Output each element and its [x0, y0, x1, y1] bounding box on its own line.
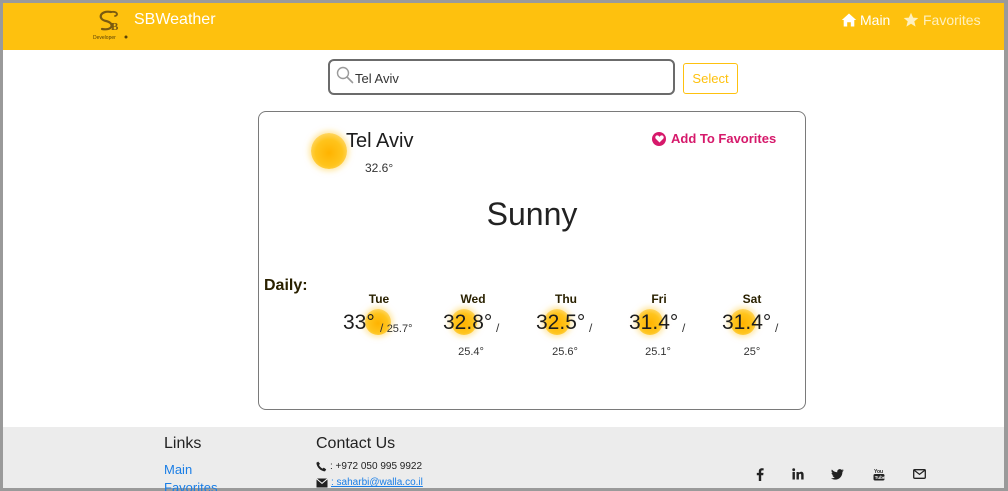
- day-min-temp: 25°: [743, 346, 761, 358]
- facebook-icon[interactable]: [752, 466, 768, 482]
- day-min-temp-inline: 25.7°: [386, 323, 413, 335]
- current-temperature: 32.6°: [365, 161, 394, 175]
- select-button[interactable]: Select: [683, 63, 738, 94]
- day-name: Tue: [368, 292, 390, 306]
- svg-text:Developer: Developer: [93, 35, 116, 41]
- day-max-temp: 31.4°: [629, 311, 679, 334]
- daily-label: Daily:: [264, 277, 308, 294]
- weather-card: Tel Aviv 32.6° Add To Favorites Sunny Da…: [258, 111, 806, 410]
- day-name: Fri: [651, 292, 667, 306]
- footer: Links Main Favorites Contact Us : +972 0…: [3, 427, 1004, 491]
- envelope-icon: [316, 477, 328, 487]
- nav-favorites-link[interactable]: Favorites: [903, 12, 981, 28]
- svg-text:B: B: [111, 21, 119, 33]
- star-icon: [903, 12, 919, 27]
- nav-main-link[interactable]: Main: [841, 12, 890, 28]
- phone-number: : +972 050 995 9922: [330, 461, 423, 472]
- temp-separator: /: [496, 321, 500, 335]
- temp-separator: /: [682, 321, 686, 335]
- day-max-temp: 33°: [343, 311, 375, 334]
- city-name: Tel Aviv: [346, 130, 414, 152]
- email-link[interactable]: : saharbi@walla.co.il: [331, 477, 423, 488]
- day-name: Wed: [460, 292, 486, 306]
- footer-link-favorites[interactable]: Favorites: [164, 480, 217, 491]
- temp-separator: /: [589, 321, 593, 335]
- navbar: B Developer SBWeather Main Favorites: [3, 3, 1004, 50]
- day-name: Thu: [555, 292, 577, 306]
- day-max-temp: 32.8°: [443, 311, 493, 334]
- heart-icon: [652, 131, 666, 146]
- search-icon: [336, 66, 354, 84]
- phone-line: : +972 050 995 9922: [316, 461, 422, 472]
- footer-link-main[interactable]: Main: [164, 462, 192, 477]
- day-max-temp: 32.5°: [536, 311, 586, 334]
- add-to-favorites-button[interactable]: Add To Favorites: [652, 131, 776, 146]
- search-input[interactable]: [355, 68, 655, 88]
- envelope-icon[interactable]: [911, 466, 927, 482]
- day-max-temp: 31.4°: [722, 311, 772, 334]
- sun-icon: [311, 133, 347, 169]
- home-icon: [841, 13, 857, 27]
- links-heading: Links: [164, 435, 202, 452]
- svg-text:Tube: Tube: [875, 475, 885, 480]
- add-to-favorites-label: Add To Favorites: [671, 131, 777, 146]
- day-min-temp: 25.6°: [552, 346, 578, 358]
- brand-name[interactable]: SBWeather: [134, 11, 216, 29]
- weather-condition: Sunny: [486, 196, 578, 232]
- nav-favorites-label: Favorites: [923, 12, 981, 28]
- youtube-icon[interactable]: You Tube: [871, 466, 887, 482]
- phone-icon: [316, 461, 327, 472]
- sb-developer-logo[interactable]: B Developer: [91, 9, 129, 41]
- nav-main-label: Main: [860, 12, 891, 28]
- email-line: : saharbi@walla.co.il: [316, 477, 423, 488]
- day-name: Sat: [742, 292, 762, 306]
- temp-separator: /: [775, 321, 779, 335]
- day-min-temp: 25.1°: [645, 346, 671, 358]
- search-box: [328, 59, 675, 95]
- contact-heading: Contact Us: [316, 435, 396, 452]
- temp-separator: / 25.7°: [380, 321, 413, 335]
- day-min-temp: 25.4°: [458, 346, 484, 358]
- linkedin-icon[interactable]: [790, 466, 806, 482]
- twitter-icon[interactable]: [829, 466, 845, 482]
